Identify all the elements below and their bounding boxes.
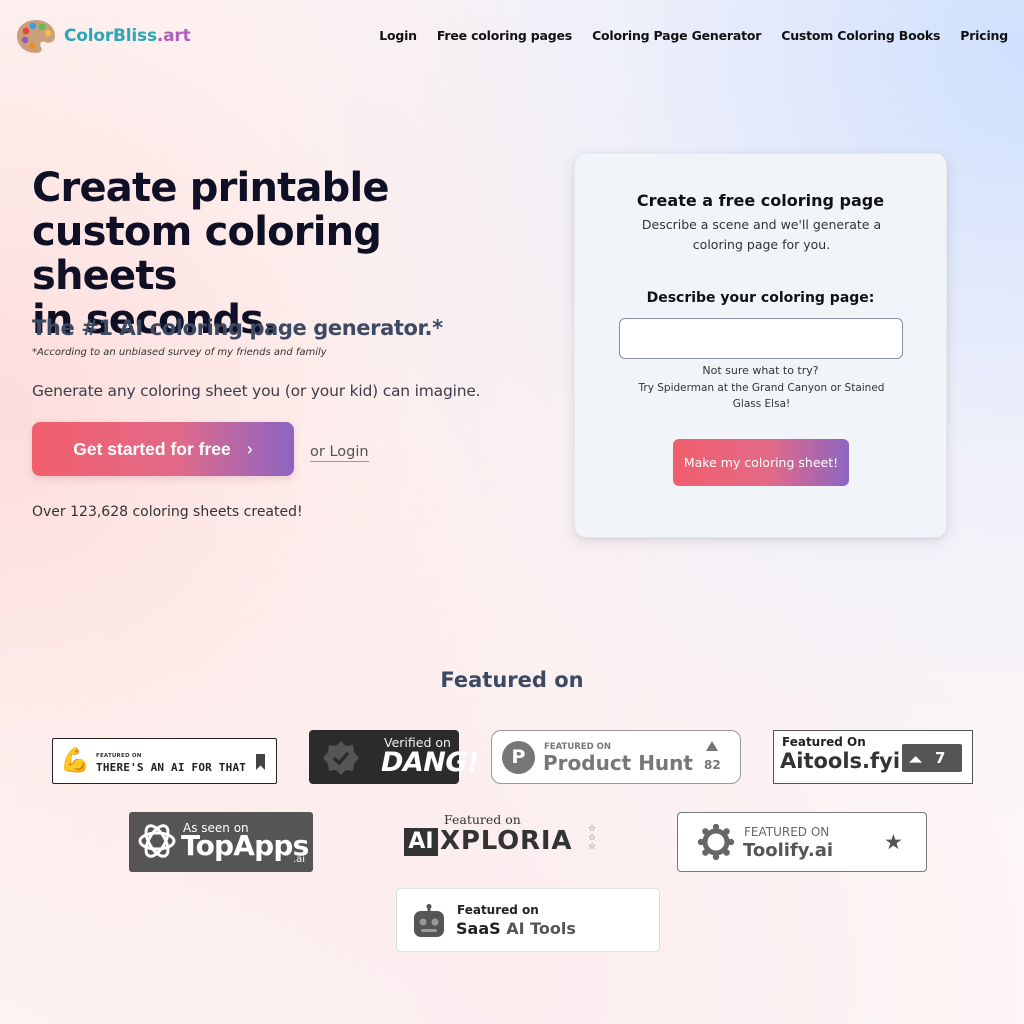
card-description: Describe a scene and we'll generate a co… — [641, 217, 882, 252]
palette-icon — [17, 20, 55, 53]
prompt-input[interactable] — [619, 318, 903, 359]
toolify-badge[interactable]: FEATURED ON Toolify.ai ★ — [677, 812, 927, 872]
hero-disclaimer: *According to an unbiased survey of my f… — [32, 347, 327, 358]
sheet-count: Over 123,628 coloring sheets created! — [32, 504, 303, 520]
star-icon: ★ — [884, 830, 903, 854]
openai-knot-icon — [138, 824, 176, 858]
nav-generator-link[interactable]: Coloring Page Generator — [592, 28, 761, 43]
verified-seal-icon — [323, 741, 359, 775]
aixploria-badge[interactable]: Featured on AI XPLORIA ☆ ☆ ☆ — [404, 812, 604, 872]
prompt-label: Describe your coloring page: — [646, 290, 875, 306]
aixploria-name: XPLORIA — [440, 826, 573, 856]
get-started-label: Get started for free — [73, 438, 231, 459]
aitools-featured-label: Featured On — [782, 735, 866, 749]
hint-question: Not sure what to try? — [702, 364, 819, 377]
aitools-score: 7 — [935, 749, 946, 767]
theres-an-ai-for-that-badge[interactable]: 💪 FEATURED ON THERE'S AN AI FOR THAT — [52, 738, 277, 784]
hint-examples: Try Spiderman at the Grand Canyon or Sta… — [638, 382, 885, 410]
dang-name: DANG! — [381, 747, 479, 778]
aixploria-ai-box: AI — [404, 828, 438, 856]
nav-pricing-link[interactable]: Pricing — [960, 28, 1008, 43]
nav-login-link[interactable]: Login — [379, 28, 417, 43]
saas-name-part2: AI Tools — [506, 919, 576, 938]
product-hunt-votes: 82 — [704, 758, 721, 772]
robot-icon — [414, 904, 444, 937]
aitools-triangle-icon: ⏶ — [909, 750, 922, 769]
brand-name: ColorBliss.art — [64, 26, 191, 46]
bookmark-icon — [256, 754, 265, 770]
topapps-name: TopApps — [181, 829, 309, 862]
brand-logo[interactable]: ColorBliss.art — [16, 18, 191, 54]
aiforthat-small-label: FEATURED ON — [96, 753, 142, 759]
product-hunt-name: Product Hunt — [543, 751, 693, 775]
gear-icon — [698, 824, 734, 860]
product-hunt-icon: P — [502, 741, 535, 774]
saas-label: Featured on — [457, 903, 539, 917]
aiforthat-name: THERE'S AN AI FOR THAT — [96, 761, 247, 774]
nav-links: Login Free coloring pages Coloring Page … — [379, 28, 1008, 43]
featured-title: Featured on — [440, 668, 584, 692]
saas-name-part1: SaaS — [456, 919, 501, 938]
aitools-fyi-badge[interactable]: Featured On Aitools.fyi ⏶ 7 — [773, 730, 973, 784]
brand-name-main: ColorBliss — [64, 26, 157, 46]
aitools-score-box: ⏶ 7 — [902, 744, 962, 772]
hero-login-link[interactable]: or Login — [310, 444, 369, 462]
flexed-arm-icon: 💪 — [60, 746, 90, 774]
aixploria-label: Featured on — [444, 812, 521, 827]
chevron-right-icon: › — [246, 438, 253, 459]
nav-custom-books-link[interactable]: Custom Coloring Books — [781, 28, 940, 43]
toolify-name: Toolify.ai — [743, 840, 834, 861]
product-hunt-badge[interactable]: P FEATURED ON Product Hunt 82 — [491, 730, 741, 784]
hero-title-line-1: Create printable — [32, 165, 390, 211]
toolify-label: FEATURED ON — [744, 825, 830, 839]
hero-subtitle: The #1 AI coloring page generator.* — [32, 316, 443, 340]
top-nav: ColorBliss.art Login Free coloring pages… — [0, 0, 1024, 72]
hero-tagline: Generate any coloring sheet you (or your… — [32, 382, 481, 400]
brand-name-tld: .art — [156, 26, 191, 46]
upvote-arrow-icon — [706, 741, 718, 751]
topapps-badge[interactable]: As seen on TopApps .ai — [129, 812, 313, 872]
hero-title-line-2: custom coloring sheets — [32, 209, 382, 299]
saas-ai-tools-badge[interactable]: Featured on SaaS AI Tools — [396, 888, 660, 952]
aitools-name: Aitools.fyi — [780, 749, 901, 773]
saas-name: SaaS AI Tools — [456, 919, 576, 938]
make-coloring-sheet-button[interactable]: Make my coloring sheet! — [673, 439, 849, 486]
card-title: Create a free coloring page — [636, 191, 885, 210]
topapps-suffix: .ai — [293, 854, 306, 865]
dang-badge[interactable]: Verified on DANG! — [309, 730, 479, 784]
generator-card: Create a free coloring page Describe a s… — [574, 153, 947, 538]
get-started-button[interactable]: Get started for free › — [32, 422, 294, 476]
stars-icon: ☆ ☆ ☆ — [588, 824, 597, 852]
nav-free-pages-link[interactable]: Free coloring pages — [437, 28, 572, 43]
